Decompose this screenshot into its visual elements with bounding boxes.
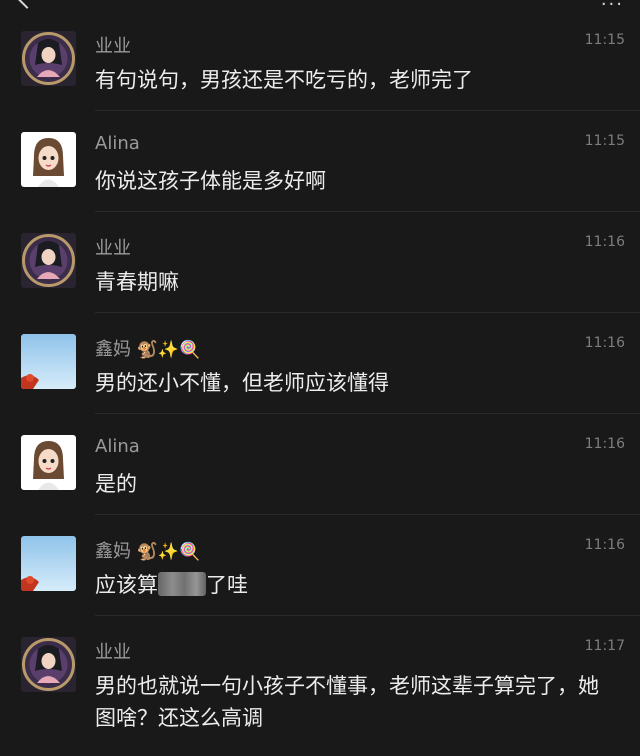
message-text: 你说这孩子体能是多好啊 [95,169,326,193]
anime-girl-avatar[interactable] [21,637,76,692]
message-text: 男的也就说一句小孩子不懂事，老师这辈子算完了，她图啥？还这么高调 [95,674,599,730]
top-bar: ··· [0,0,640,15]
sender-name: 业业 [95,36,131,57]
message-item[interactable]: 鑫妈 🐒✨🍭 11:16 应该算 了哇 [0,515,640,616]
sender-name: 业业 [95,238,131,259]
message-time: 11:16 [584,234,625,250]
message-list: 业业 11:15 有句说句，男孩还是不吃亏的，老师完了 Alina 11:15 … [0,10,640,756]
message-text-after: 了哇 [206,573,248,597]
message-item[interactable]: 鑫妈 🐒✨🍭 11:16 男的还小不懂，但老师应该懂得 [0,313,640,414]
message-item[interactable]: Alina 11:15 你说这孩子体能是多好啊 [0,111,640,212]
message-text: 青春期嘛 [95,270,179,294]
message-item[interactable]: 业业 11:15 有句说句，男孩还是不吃亏的，老师完了 [0,10,640,111]
message-text: 有句说句，男孩还是不吃亏的，老师完了 [95,68,473,92]
message-text: 是的 [95,472,137,496]
sender-name-text: 鑫妈 [95,541,131,562]
sky-avatar[interactable] [21,334,76,389]
sender-name: Alina [95,133,140,154]
message-time: 11:16 [584,537,625,553]
message-time: 11:16 [584,436,625,452]
message-time: 11:15 [584,133,625,149]
message-item[interactable]: 业业 11:17 男的也就说一句小孩子不懂事，老师这辈子算完了，她图啥？还这么高… [0,616,640,756]
message-item[interactable]: Alina 11:16 是的 [0,414,640,515]
sender-name: Alina [95,436,140,457]
sender-name: 业业 [95,642,131,663]
message-text: 男的还小不懂，但老师应该懂得 [95,371,389,395]
message-text: 应该算 了哇 [95,569,600,601]
chevron-left-icon[interactable] [17,0,37,9]
message-time: 11:17 [584,638,625,654]
message-text-before: 应该算 [95,573,158,597]
cartoon-girl-avatar[interactable] [21,132,76,187]
sender-emoji: 🐒✨🍭 [136,542,201,562]
sender-emoji: 🐒✨🍭 [136,340,201,360]
anime-girl-avatar[interactable] [21,31,76,86]
sender-name-text: 鑫妈 [95,339,131,360]
anime-girl-avatar[interactable] [21,233,76,288]
sender-name: 鑫妈 🐒✨🍭 [95,335,200,361]
sky-avatar[interactable] [21,536,76,591]
message-time: 11:16 [584,335,625,351]
message-item[interactable]: 业业 11:16 青春期嘛 [0,212,640,313]
message-time: 11:15 [584,32,625,48]
cartoon-girl-avatar[interactable] [21,435,76,490]
redacted-blur [158,572,206,596]
sender-name: 鑫妈 🐒✨🍭 [95,537,200,563]
